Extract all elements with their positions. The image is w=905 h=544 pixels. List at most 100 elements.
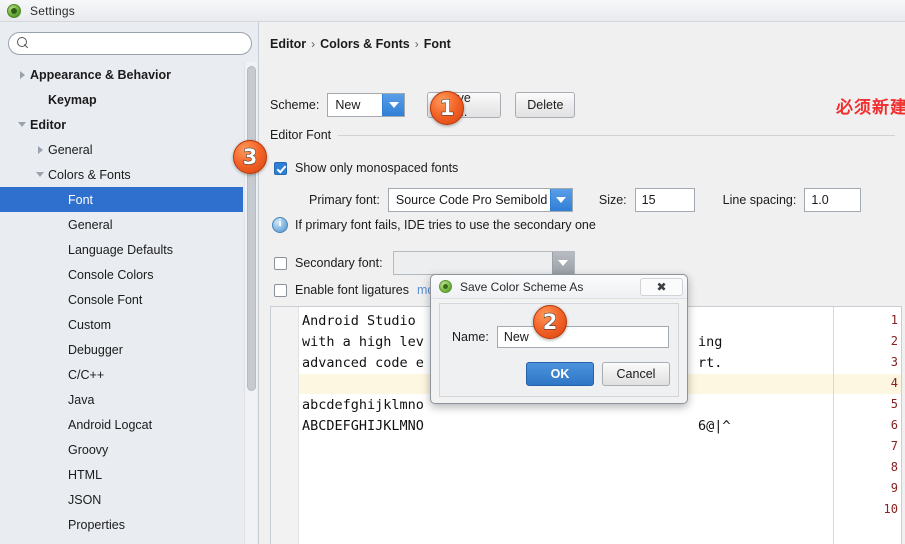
preview-line-number: 9 [890, 481, 898, 495]
sidebar-item-label: Language Defaults [68, 242, 173, 257]
preview-code-line: with a high lev [302, 334, 424, 350]
sidebar-item-groovy[interactable]: Groovy [0, 437, 243, 462]
secondary-font-label[interactable]: Secondary font: [295, 256, 383, 270]
preview-right-margin-line [833, 307, 834, 544]
search-box[interactable] [8, 32, 252, 55]
sidebar-item-label: Android Logcat [68, 417, 153, 432]
preview-line-number: 4 [890, 376, 898, 390]
sidebar-item-editor[interactable]: Editor [0, 112, 243, 137]
sidebar-item-label: Appearance & Behavior [30, 67, 172, 82]
sidebar-item-console-colors[interactable]: Console Colors [0, 262, 243, 287]
sidebar-item-json[interactable]: JSON [0, 487, 243, 512]
cancel-button[interactable]: Cancel [602, 362, 670, 386]
primary-font-label: Primary font: [309, 193, 380, 207]
annotation-badge-2: 2 [533, 305, 567, 339]
sidebar-item-general[interactable]: General [0, 137, 243, 162]
ok-button[interactable]: OK [526, 362, 594, 386]
size-label: Size: [598, 193, 627, 207]
scheme-row: Scheme: New Save As... Delete [270, 91, 576, 119]
sidebar-item-label: Groovy [68, 442, 109, 457]
group-divider [338, 134, 895, 136]
sidebar-item-label: Properties [68, 517, 125, 532]
sidebar-item-language-defaults[interactable]: Language Defaults [0, 237, 243, 262]
sidebar-item-general[interactable]: General [0, 212, 243, 237]
save-color-scheme-dialog: Save Color Scheme As ✖ Name: New OK Canc… [430, 274, 688, 404]
sidebar-item-label: HTML [68, 467, 103, 482]
preview-code-line: abcdefghijklmno [302, 397, 424, 413]
chevron-down-icon[interactable] [14, 122, 30, 127]
dialog-titlebar: Save Color Scheme As ✖ [431, 275, 687, 299]
sidebar-item-label: General [68, 217, 113, 232]
settings-window: Settings Appearance & Behavior Keymap Edit… [0, 0, 905, 544]
chevron-down-icon[interactable] [32, 172, 48, 177]
breadcrumb: Editor › Colors & Fonts › Font [270, 37, 451, 51]
dialog-name-input[interactable]: New [496, 326, 669, 348]
editor-font-group-header: Editor Font [270, 128, 895, 142]
annotation-badge-3: 3 [233, 140, 267, 174]
red-annotation-note: 必须新建配置文件才能改变字体 [836, 98, 905, 117]
delete-button[interactable]: Delete [515, 92, 576, 118]
preview-code-line: Android Studio [302, 313, 416, 329]
sidebar-item-custom[interactable]: Custom [0, 312, 243, 337]
sidebar-item-font[interactable]: Font [0, 187, 243, 212]
show-monospaced-label[interactable]: Show only monospaced fonts [295, 161, 458, 175]
preview-gutter [271, 307, 299, 544]
sidebar-item-keymap[interactable]: Keymap [0, 87, 243, 112]
chevron-down-icon[interactable] [382, 94, 405, 116]
sidebar-item-label: Custom [68, 317, 112, 332]
sidebar-item-html[interactable]: HTML [0, 462, 243, 487]
sidebar-item-appearance-behavior[interactable]: Appearance & Behavior [0, 62, 243, 87]
sidebar-item-label: Console Font [68, 292, 143, 307]
sidebar-item-colors-fonts[interactable]: Colors & Fonts [0, 162, 243, 187]
sidebar-item-debugger[interactable]: Debugger [0, 337, 243, 362]
secondary-font-checkbox[interactable] [274, 256, 287, 270]
scheme-combobox[interactable]: New [327, 93, 406, 117]
close-icon[interactable]: ✖ [640, 278, 683, 296]
sidebar-item-android-logcat[interactable]: Android Logcat [0, 412, 243, 437]
line-spacing-input[interactable]: 1.0 [804, 188, 862, 212]
sidebar-item-java[interactable]: Java [0, 387, 243, 412]
size-input[interactable]: 15 [634, 188, 695, 212]
show-monospaced-checkbox[interactable] [274, 161, 287, 175]
sidebar-item-label: Keymap [48, 92, 97, 107]
chevron-right-icon[interactable] [14, 70, 30, 79]
sidebar-item-properties[interactable]: Properties [0, 512, 243, 537]
primary-font-combobox[interactable]: Source Code Pro Semibold [387, 188, 573, 212]
chevron-right-icon[interactable] [32, 145, 48, 154]
sidebar-item-label: Font [68, 192, 94, 207]
breadcrumb-part[interactable]: Editor [270, 37, 306, 51]
ligatures-label[interactable]: Enable font ligatures [295, 283, 409, 297]
sidebar-item-label: C/C++ [68, 367, 105, 382]
sidebar-item-c-c[interactable]: C/C++ [0, 362, 243, 387]
scheme-value: New [335, 98, 361, 112]
preview-line-number: 6 [890, 418, 898, 432]
sidebar-scrollbar-track[interactable] [244, 62, 257, 544]
breadcrumb-part[interactable]: Font [424, 37, 451, 51]
android-studio-icon [439, 280, 452, 293]
secondary-font-row: Secondary font: [274, 251, 575, 275]
settings-tree: Appearance & Behavior Keymap Editor General… [0, 62, 243, 544]
dialog-name-label: Name: [452, 330, 489, 344]
chevron-down-icon[interactable] [551, 252, 574, 274]
preview-line-number: 8 [890, 460, 898, 474]
chevron-down-icon[interactable] [549, 189, 572, 211]
preview-line-number: 2 [890, 334, 898, 348]
annotation-badge-number: 1 [439, 95, 455, 120]
breadcrumb-part[interactable]: Colors & Fonts [320, 37, 410, 51]
primary-font-value: Source Code Pro Semibold [395, 193, 548, 207]
sidebar-item-label: Colors & Fonts [48, 167, 131, 182]
sidebar-item-label: JSON [68, 492, 102, 507]
secondary-font-combobox[interactable] [392, 251, 575, 275]
sidebar-item-console-font[interactable]: Console Font [0, 287, 243, 312]
window-titlebar: Settings [0, 0, 905, 22]
sidebar-scrollbar-thumb[interactable] [247, 66, 256, 391]
preview-line-number: 10 [883, 502, 898, 516]
ligatures-checkbox[interactable] [274, 283, 287, 297]
preview-line-number: 5 [890, 397, 898, 411]
annotation-badge-number: 2 [542, 309, 558, 334]
preview-line-number: 7 [890, 439, 898, 453]
window-title: Settings [30, 3, 75, 18]
annotation-badge-number: 3 [242, 144, 258, 169]
search-input[interactable] [35, 35, 250, 52]
line-spacing-label: Line spacing: [722, 193, 797, 207]
